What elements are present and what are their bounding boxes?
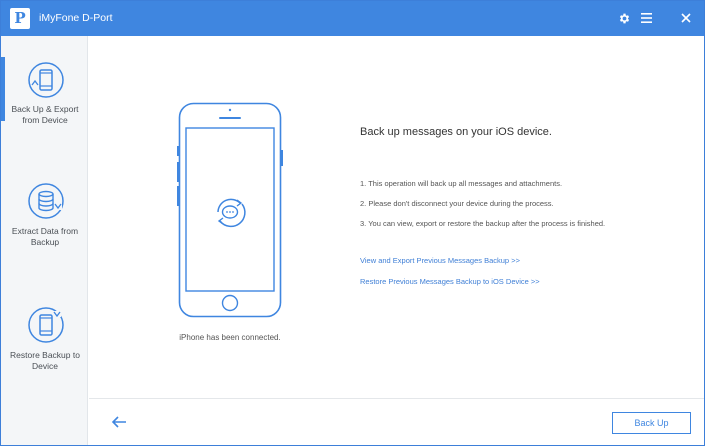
back-up-button[interactable]: Back Up: [612, 412, 691, 434]
phone-restore-icon: [28, 307, 64, 343]
app-title: iMyFone D-Port: [39, 12, 113, 24]
instruction-step: 1. This operation will back up all messa…: [360, 179, 563, 188]
title-bar: P iMyFone D-Port: [1, 1, 704, 36]
footer-bar: Back Up: [89, 398, 704, 445]
menu-button[interactable]: [638, 10, 654, 26]
sidebar-item-label: Restore Backup to Device: [10, 350, 80, 371]
gear-icon: [619, 13, 629, 23]
app-logo: P: [10, 8, 30, 29]
database-icon: [28, 183, 64, 219]
arrow-left-icon[interactable]: [111, 415, 127, 429]
sidebar-item-extract-data[interactable]: Extract Data from Backup: [1, 156, 87, 271]
phone-backup-icon: [28, 62, 64, 98]
menu-icon: [640, 13, 652, 23]
restore-backup-link[interactable]: Restore Previous Messages Backup to iOS …: [360, 277, 540, 286]
sidebar-item-label: Extract Data from Backup: [11, 226, 79, 247]
instruction-step: 2. Please don't disconnect your device d…: [360, 199, 554, 208]
settings-button[interactable]: [616, 10, 632, 26]
view-export-backup-link[interactable]: View and Export Previous Messages Backup…: [360, 256, 520, 265]
sidebar-item-restore-backup[interactable]: Restore Backup to Device: [1, 279, 87, 394]
page-headline: Back up messages on your iOS device.: [360, 126, 552, 138]
sidebar-item-label: Back Up & Export from Device: [11, 104, 79, 125]
app-window: P iMyFone D-Port Back Up & Export from D…: [0, 0, 705, 446]
connection-status: iPhone has been connected.: [179, 333, 281, 342]
sidebar-item-backup-export[interactable]: Back Up & Export from Device: [1, 36, 87, 151]
main-content: iPhone has been connected. Back up messa…: [89, 36, 704, 398]
iphone-illustration: [177, 102, 283, 318]
close-button[interactable]: [678, 10, 694, 26]
instruction-step: 3. You can view, export or restore the b…: [360, 219, 606, 228]
close-icon: [681, 13, 691, 23]
sidebar: Back Up & Export from Device Extract Dat…: [1, 36, 88, 445]
